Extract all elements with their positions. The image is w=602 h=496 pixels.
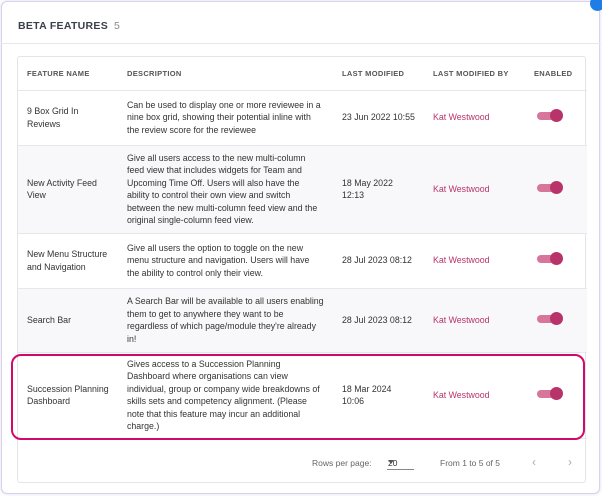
feature-name-cell: Search Bar	[18, 288, 118, 353]
toggle-knob	[550, 109, 563, 123]
last-modified-cell: 28 Jul 2023 08:12	[333, 288, 424, 353]
enabled-cell	[525, 233, 587, 289]
last-modified-by-link[interactable]: Kat Westwood	[424, 90, 525, 146]
last-modified-cell: 18 Mar 2024 10:06	[333, 352, 424, 439]
toggle-knob	[550, 252, 563, 266]
description-cell: Give all users access to the new multi-c…	[118, 145, 333, 234]
corner-indicator-icon	[590, 0, 602, 11]
toggle-knob	[550, 386, 563, 400]
column-header-feature-name[interactable]: FEATURE NAME	[18, 57, 118, 91]
table-row: Succession Planning Dashboard Gives acce…	[18, 352, 587, 439]
enabled-toggle[interactable]	[537, 180, 563, 194]
feature-name-cell: New Activity Feed View	[18, 145, 118, 234]
table-row: 9 Box Grid In Reviews Can be used to dis…	[18, 90, 587, 146]
panel-title: BETA FEATURES	[18, 20, 109, 32]
feature-name-cell: New Menu Structure and Navigation	[18, 233, 118, 289]
column-header-last-modified[interactable]: LAST MODIFIED	[333, 57, 424, 91]
last-modified-by-link[interactable]: Kat Westwood	[424, 352, 525, 439]
last-modified-cell: 23 Jun 2022 10:55	[333, 90, 424, 146]
features-table-card: FEATURE NAME DESCRIPTION LAST MODIFIED L…	[17, 56, 587, 483]
table-header-row: FEATURE NAME DESCRIPTION LAST MODIFIED L…	[18, 57, 587, 91]
last-modified-cell: 28 Jul 2023 08:12	[333, 233, 424, 289]
description-cell: Gives access to a Succession Planning Da…	[118, 352, 333, 439]
table-row: Search Bar A Search Bar will be availabl…	[18, 288, 587, 353]
toggle-knob	[550, 180, 563, 194]
chevron-right-icon[interactable]: ›	[564, 455, 576, 469]
toggle-knob	[550, 311, 563, 325]
header-divider	[1, 43, 601, 44]
feature-count: 5	[114, 20, 120, 32]
column-header-enabled[interactable]: ENABLED	[525, 57, 587, 91]
last-modified-by-link[interactable]: Kat Westwood	[424, 288, 525, 353]
feature-name-cell: 9 Box Grid In Reviews	[18, 90, 118, 146]
chevron-down-icon	[388, 460, 394, 464]
column-header-description[interactable]: DESCRIPTION	[118, 57, 333, 91]
pagination-bar: Rows per page: 20 From 1 to 5 of 5 ‹ ›	[18, 449, 586, 475]
feature-name-cell: Succession Planning Dashboard	[18, 352, 118, 439]
enabled-toggle[interactable]	[537, 252, 563, 266]
enabled-cell	[525, 288, 587, 353]
rows-per-page-select[interactable]: 20	[387, 455, 414, 470]
description-cell: A Search Bar will be available to all us…	[118, 288, 333, 353]
enabled-toggle[interactable]	[537, 311, 563, 325]
enabled-cell	[525, 352, 587, 439]
chevron-left-icon[interactable]: ‹	[528, 455, 540, 469]
features-table: FEATURE NAME DESCRIPTION LAST MODIFIED L…	[18, 57, 587, 439]
pagination-range: From 1 to 5 of 5	[440, 458, 500, 468]
last-modified-by-link[interactable]: Kat Westwood	[424, 233, 525, 289]
table-row: New Activity Feed View Give all users ac…	[18, 145, 587, 234]
enabled-cell	[525, 90, 587, 146]
panel-header: BETA FEATURES 5	[18, 19, 120, 33]
rows-per-page-label: Rows per page:	[312, 458, 372, 468]
table-row: New Menu Structure and Navigation Give a…	[18, 233, 587, 289]
last-modified-cell: 18 May 2022 12:13	[333, 145, 424, 234]
description-cell: Give all users the option to toggle on t…	[118, 233, 333, 289]
enabled-cell	[525, 145, 587, 234]
column-header-last-modified-by[interactable]: LAST MODIFIED BY	[424, 57, 525, 91]
enabled-toggle[interactable]	[537, 109, 563, 123]
enabled-toggle[interactable]	[537, 386, 563, 400]
last-modified-by-link[interactable]: Kat Westwood	[424, 145, 525, 234]
description-cell: Can be used to display one or more revie…	[118, 90, 333, 146]
